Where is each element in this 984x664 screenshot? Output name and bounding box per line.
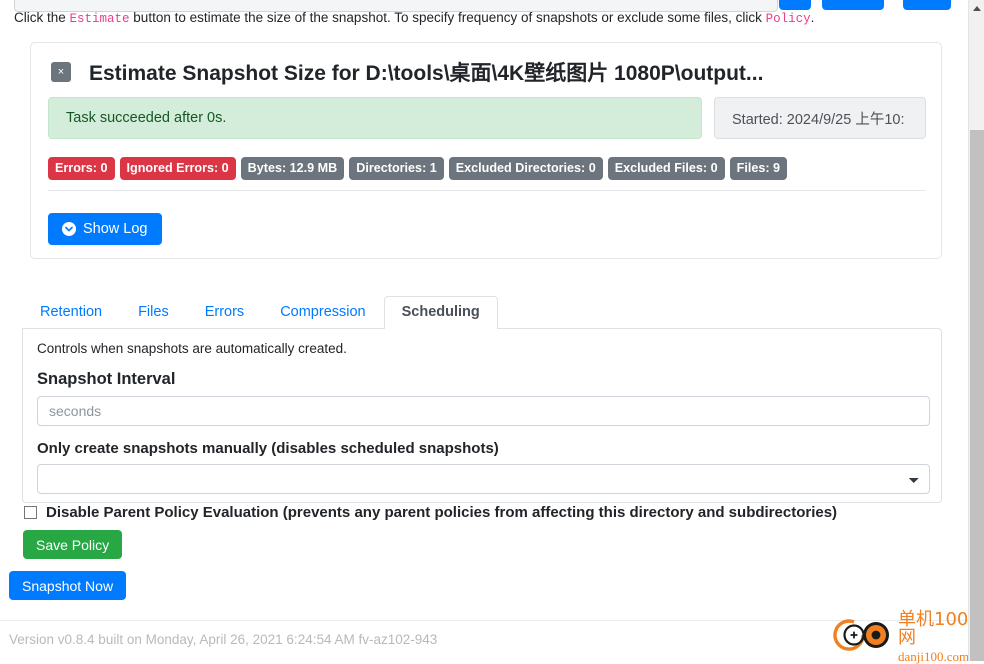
task-status-alert: Task succeeded after 0s. [48,97,702,139]
toolbar-button-2-partial[interactable] [822,0,884,10]
scrollbar-thumb[interactable] [970,130,984,661]
policy-tabs: Retention Files Errors Compression Sched… [22,295,942,329]
scheduling-panel: Controls when snapshots are automaticall… [22,328,942,503]
disable-parent-policy-label: Disable Parent Policy Evaluation (preven… [46,504,838,521]
snapshot-interval-input[interactable] [37,396,930,426]
version-text: Version v0.8.4 built on Monday, April 26… [9,632,438,647]
tab-files[interactable]: Files [120,296,187,329]
scroll-up-arrow-icon[interactable] [969,0,984,17]
tab-scheduling[interactable]: Scheduling [383,295,498,329]
help-text: Click the Estimate button to estimate th… [14,10,944,26]
tab-compression[interactable]: Compression [262,296,383,329]
watermark-logo-icon [833,617,895,656]
snapshot-interval-label: Snapshot Interval [37,370,176,388]
show-log-label: Show Log [83,221,148,237]
chevron-down-circle-icon [62,222,76,236]
page-title: Estimate Snapshot Size for D:\tools\桌面\4… [89,62,764,85]
toolbar-button-3-partial[interactable] [903,0,951,10]
task-stats-badges: Errors: 0 Ignored Errors: 0 Bytes: 12.9 … [48,157,788,181]
watermark-cn: 单机100网 [898,608,969,648]
estimate-code-token: Estimate [69,12,130,26]
watermark: 单机100网 danji100.com [833,610,973,663]
help-suffix: . [810,10,815,25]
snapshot-now-button[interactable]: Snapshot Now [9,571,127,600]
help-prefix: Click the [14,10,70,25]
disable-parent-policy-checkbox[interactable] [24,506,37,519]
status-badge: Errors: 0 [48,157,115,181]
close-icon[interactable]: × [51,62,71,82]
status-badge: Ignored Errors: 0 [119,157,236,181]
task-status-row: Task succeeded after 0s. Started: 2024/9… [48,97,926,139]
status-badge: Files: 9 [729,157,788,181]
vertical-scrollbar[interactable] [968,0,984,661]
show-log-button[interactable]: Show Log [48,213,162,245]
status-badge: Excluded Directories: 0 [448,157,603,181]
status-badge: Excluded Files: 0 [607,157,725,181]
help-middle: button to estimate the size of the snaps… [129,10,766,25]
manual-snapshots-label: Only create snapshots manually (disables… [37,440,499,457]
status-badge: Bytes: 12.9 MB [240,157,345,181]
policy-code-token: Policy [765,12,811,26]
toolbar-button-1-partial[interactable] [779,0,811,10]
task-started-badge: Started: 2024/9/25 上午10: [714,97,926,139]
task-result-card: × Estimate Snapshot Size for D:\tools\桌面… [30,42,942,259]
status-badge: Directories: 1 [349,157,444,181]
watermark-text: 单机100网 danji100.com [898,608,973,663]
tab-retention[interactable]: Retention [22,296,120,329]
manual-snapshots-select[interactable] [37,464,930,494]
save-policy-button[interactable]: Save Policy [23,530,123,559]
tab-errors[interactable]: Errors [187,296,262,329]
card-divider [48,190,926,191]
footer-divider [0,620,968,621]
task-card-header: × Estimate Snapshot Size for D:\tools\桌面… [31,43,941,101]
disable-parent-policy-row[interactable]: Disable Parent Policy Evaluation (preven… [24,504,837,521]
panel-description: Controls when snapshots are automaticall… [37,341,347,356]
